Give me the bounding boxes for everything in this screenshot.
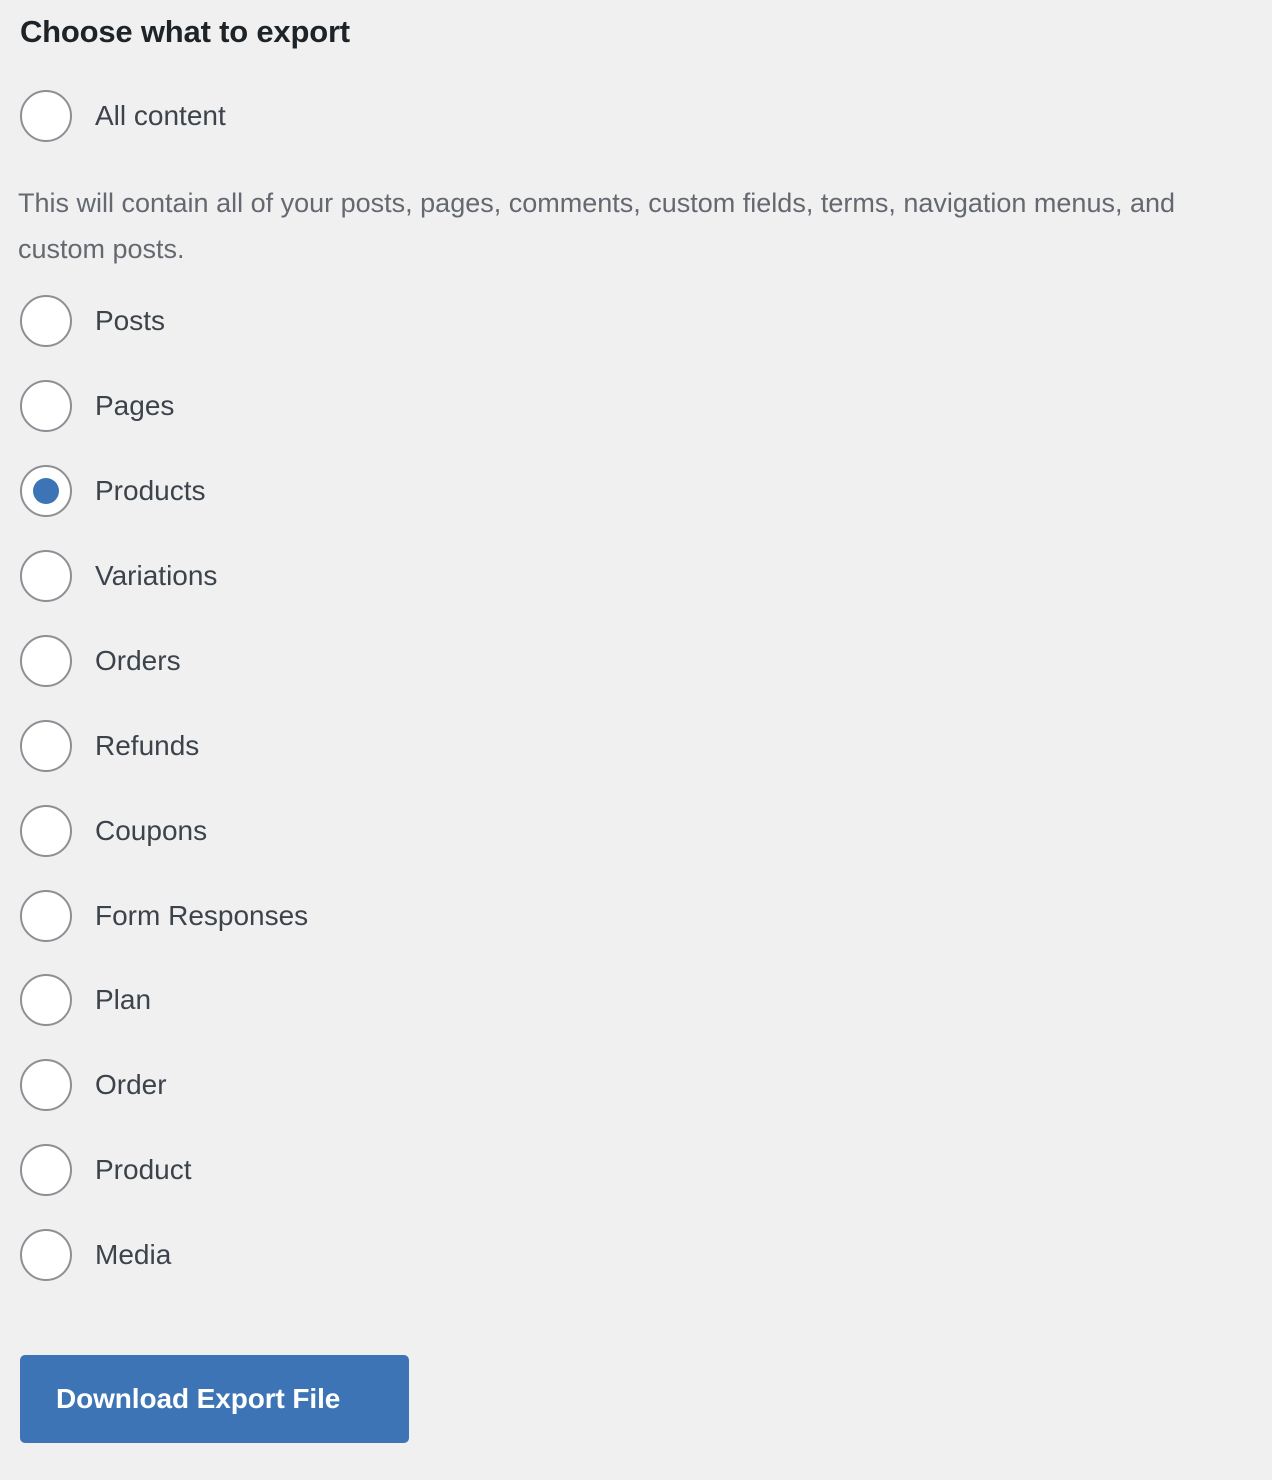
page-title: Choose what to export: [20, 14, 350, 49]
export-option-row[interactable]: Order: [20, 1057, 167, 1113]
export-option-label[interactable]: Coupons: [95, 814, 207, 848]
radio-button[interactable]: [20, 805, 72, 857]
radio-button-selected[interactable]: [20, 465, 72, 517]
radio-button[interactable]: [20, 295, 72, 347]
radio-button[interactable]: [20, 90, 72, 142]
export-option-label[interactable]: Products: [95, 474, 206, 508]
export-option-row[interactable]: Products: [20, 463, 206, 519]
export-option-label[interactable]: Form Responses: [95, 899, 308, 933]
export-option-row[interactable]: Posts: [20, 293, 165, 349]
export-option-row[interactable]: Orders: [20, 633, 181, 689]
export-option-row[interactable]: Coupons: [20, 803, 207, 859]
radio-button[interactable]: [20, 1229, 72, 1281]
radio-button[interactable]: [20, 890, 72, 942]
export-option-label[interactable]: Order: [95, 1068, 167, 1102]
export-option-label[interactable]: Posts: [95, 304, 165, 338]
export-option-row[interactable]: Plan: [20, 972, 151, 1028]
export-option-label[interactable]: Product: [95, 1153, 192, 1187]
radio-button[interactable]: [20, 720, 72, 772]
download-export-file-button[interactable]: Download Export File: [20, 1355, 409, 1443]
radio-button[interactable]: [20, 635, 72, 687]
export-option-row[interactable]: Product: [20, 1142, 192, 1198]
export-option-label[interactable]: All content: [95, 99, 226, 133]
radio-button[interactable]: [20, 550, 72, 602]
radio-button[interactable]: [20, 974, 72, 1026]
export-option-row[interactable]: All content: [20, 88, 226, 144]
export-option-row[interactable]: Media: [20, 1227, 171, 1283]
all-content-description: This will contain all of your posts, pag…: [18, 188, 1176, 264]
export-option-row[interactable]: Refunds: [20, 718, 199, 774]
export-option-label[interactable]: Media: [95, 1238, 171, 1272]
export-option-label[interactable]: Pages: [95, 389, 174, 423]
radio-dot-icon: [33, 478, 59, 504]
radio-button[interactable]: [20, 1144, 72, 1196]
export-option-row[interactable]: Pages: [20, 378, 174, 434]
export-option-label[interactable]: Plan: [95, 983, 151, 1017]
export-option-label[interactable]: Variations: [95, 559, 217, 593]
export-settings-panel: Choose what to export All content Posts Pa…: [0, 0, 1272, 1480]
export-option-label[interactable]: Orders: [95, 644, 181, 678]
radio-button[interactable]: [20, 1059, 72, 1111]
export-option-row[interactable]: Form Responses: [20, 888, 308, 944]
radio-button[interactable]: [20, 380, 72, 432]
export-option-label[interactable]: Refunds: [95, 729, 199, 763]
export-option-row[interactable]: Variations: [20, 548, 217, 604]
